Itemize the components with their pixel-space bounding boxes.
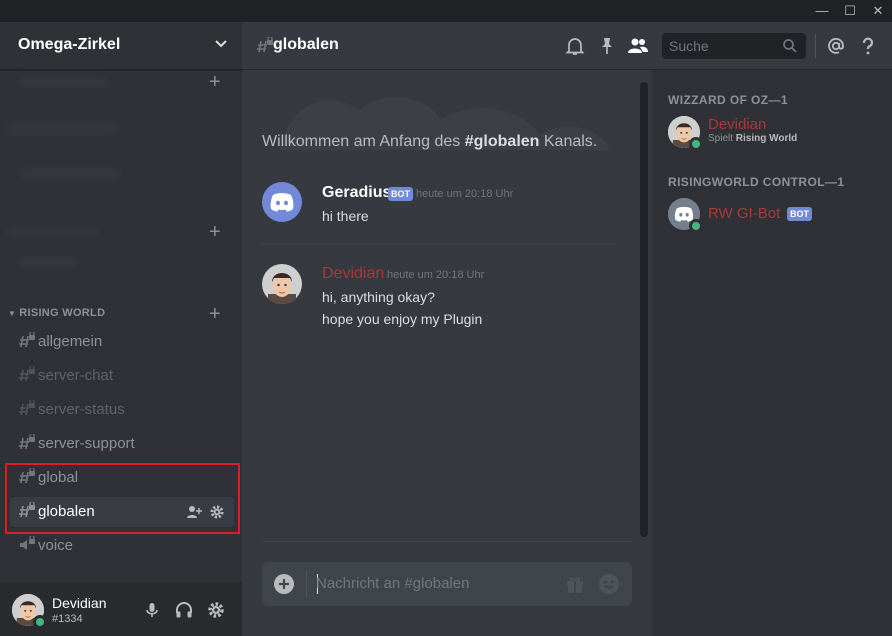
bell-icon[interactable]: [564, 35, 586, 57]
activity-prefix: Spielt: [708, 133, 736, 144]
header-divider: [815, 34, 816, 58]
discord-window: — ☐ ✕ Omega-Zirkel + + ▼ RISING WORLD + a…: [0, 0, 892, 636]
discord-logo-icon: [270, 193, 294, 212]
message-input[interactable]: Nachricht an #globalen: [316, 575, 469, 592]
member-avatar[interactable]: [668, 198, 703, 233]
category-rising-world[interactable]: ▼ RISING WORLD: [8, 307, 105, 319]
bot-badge: BOT: [388, 187, 413, 201]
welcome-message: Willkommen am Anfang des #globalen Kanal…: [262, 133, 597, 151]
message-text: hi, anything okay?: [322, 289, 435, 305]
upload-plus-icon[interactable]: [273, 573, 295, 595]
user-avatar[interactable]: [262, 264, 302, 304]
member-name[interactable]: RW GI-Bot: [708, 205, 780, 222]
locked-speaker-icon: [20, 536, 35, 550]
channel-header: globalen Suche: [242, 22, 892, 70]
channel-name: allgemein: [38, 333, 103, 350]
chevron-down-icon[interactable]: [212, 35, 230, 53]
close-button[interactable]: ✕: [864, 0, 892, 22]
pin-icon[interactable]: [596, 35, 618, 57]
guild-name: Omega-Zirkel: [18, 36, 121, 53]
member-activity: Spielt Rising World: [708, 133, 797, 144]
message-timestamp: heute um 20:18 Uhr: [416, 188, 514, 200]
chat-area: globalen Suche Willkommen am Anfang des …: [242, 22, 892, 636]
chat-scrollbar[interactable]: [640, 82, 648, 537]
channel-name: server-support: [38, 435, 135, 452]
role-header: RISINGWORLD CONTROL—1: [668, 175, 845, 189]
locked-hash-icon: [257, 37, 273, 53]
message-divider: [262, 244, 617, 245]
redacted-channel: [8, 122, 118, 136]
maximize-button[interactable]: ☐: [836, 0, 864, 22]
members-icon[interactable]: [627, 35, 649, 57]
locked-hash-icon: [19, 366, 35, 382]
bot-badge: BOT: [787, 207, 812, 221]
guild-header[interactable]: Omega-Zirkel: [0, 22, 242, 70]
message-author[interactable]: Devidian: [322, 265, 384, 283]
channel-title: globalen: [273, 36, 339, 53]
add-channel-icon[interactable]: +: [209, 222, 221, 242]
scrollbar-thumb[interactable]: [640, 82, 648, 537]
message-author[interactable]: Geradius: [322, 184, 391, 202]
avatar[interactable]: [12, 594, 47, 629]
redacted-category: [6, 227, 101, 237]
composer-separator: [306, 570, 307, 598]
message-timestamp: heute um 20:18 Uhr: [387, 269, 485, 281]
settings-gear-icon[interactable]: [206, 600, 226, 620]
locked-hash-icon: [19, 400, 35, 416]
member-name[interactable]: Devidian: [708, 116, 766, 133]
locked-hash-icon: [19, 332, 35, 348]
channel-name: server-chat: [38, 367, 114, 384]
highlight-annotation: [5, 463, 240, 534]
message-text: hi there: [322, 208, 369, 224]
message-text: hope you enjoy my Plugin: [322, 311, 483, 327]
microphone-icon[interactable]: [142, 600, 162, 620]
user-avatar-icon: [262, 264, 302, 304]
channel-sidebar: Omega-Zirkel + + ▼ RISING WORLD + allgeme…: [0, 22, 242, 636]
user-panel: Devidian #1334: [0, 582, 242, 636]
mention-icon[interactable]: [825, 35, 847, 57]
add-channel-icon[interactable]: +: [209, 72, 221, 92]
user-discriminator: #1334: [52, 613, 83, 625]
online-status-dot: [33, 615, 47, 629]
welcome-prefix: Willkommen am Anfang des: [262, 133, 465, 150]
welcome-illustration: [280, 97, 610, 150]
search-placeholder: Suche: [669, 38, 709, 54]
member-list: WIZZARD OF OZ—1 Devidian Spielt Rising W…: [652, 70, 892, 636]
headphones-icon[interactable]: [174, 600, 194, 620]
member-avatar[interactable]: [668, 116, 703, 151]
channel-server-chat[interactable]: server-chat: [10, 361, 234, 391]
locked-hash-icon: [19, 434, 35, 450]
redacted-channel: [18, 256, 78, 268]
gift-icon[interactable]: [564, 573, 586, 595]
channel-allgemein[interactable]: allgemein: [10, 327, 234, 357]
online-status-dot: [689, 137, 703, 151]
welcome-channel: #globalen: [464, 133, 540, 150]
redacted-category: [18, 78, 108, 88]
bot-avatar[interactable]: [262, 182, 302, 222]
online-status-dot: [689, 219, 703, 233]
message-composer[interactable]: Nachricht an #globalen: [262, 562, 632, 606]
redacted-channel: [20, 167, 120, 181]
role-header: WIZZARD OF OZ—1: [668, 93, 788, 107]
channel-server-status[interactable]: server-status: [10, 395, 234, 425]
category-label: RISING WORLD: [19, 307, 106, 319]
channel-server-support[interactable]: server-support: [10, 429, 234, 459]
channel-name: voice: [38, 537, 74, 554]
channel-name: server-status: [38, 401, 125, 418]
composer-divider: [262, 541, 632, 542]
minimize-button[interactable]: —: [808, 0, 836, 22]
activity-game: Rising World: [735, 133, 798, 144]
search-input[interactable]: Suche: [662, 33, 806, 59]
welcome-suffix: Kanals.: [539, 133, 598, 150]
title-bar: — ☐ ✕: [0, 0, 892, 22]
help-icon[interactable]: [857, 35, 879, 57]
username: Devidian: [52, 595, 107, 611]
emoji-icon[interactable]: [598, 573, 620, 595]
add-channel-icon[interactable]: +: [209, 304, 221, 324]
search-icon: [783, 39, 797, 53]
channel-voice[interactable]: voice: [10, 531, 234, 561]
